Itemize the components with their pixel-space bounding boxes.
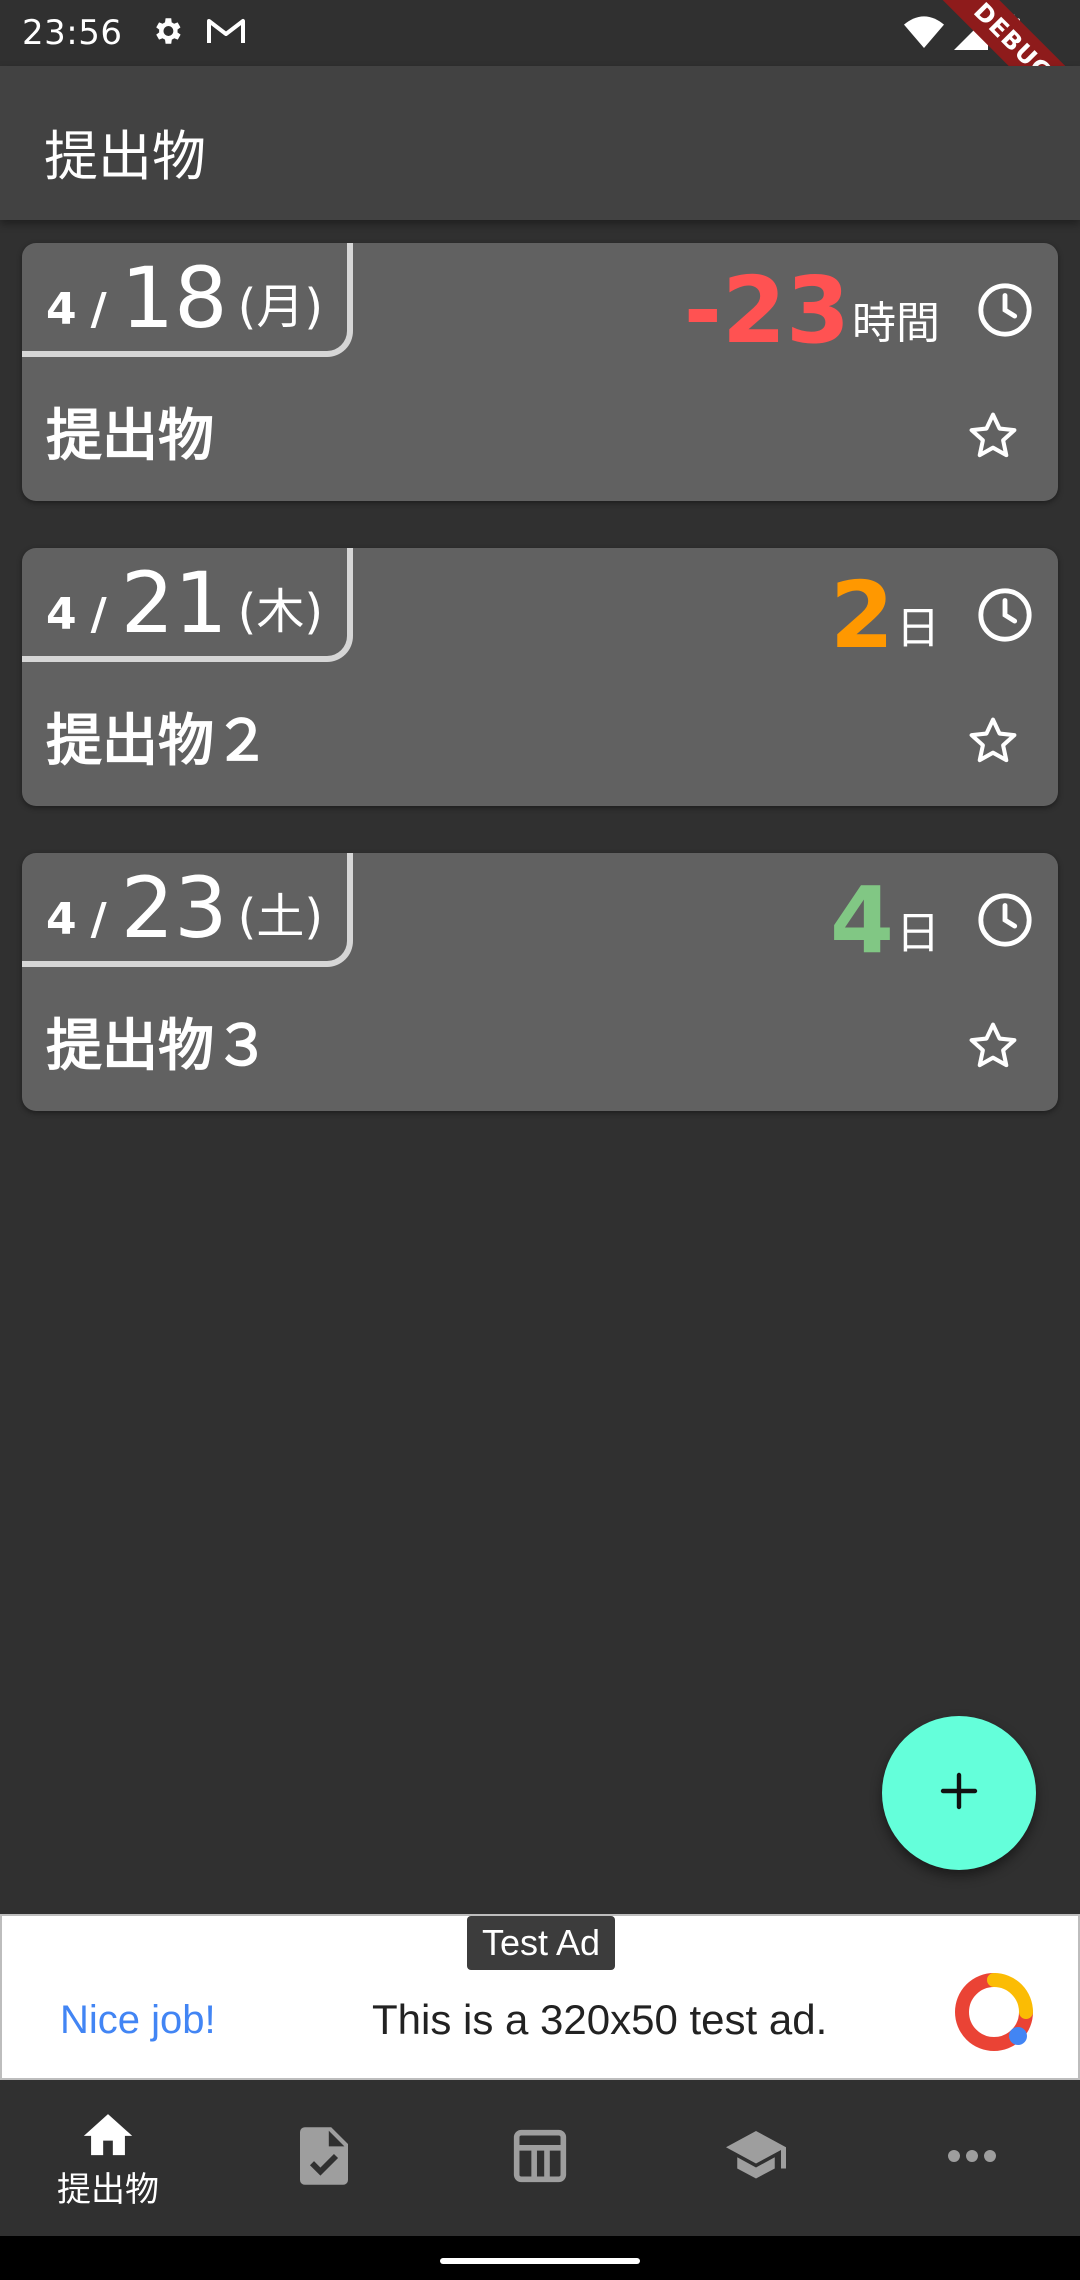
clock-icon[interactable] bbox=[976, 281, 1034, 339]
remaining-time: 4 日 bbox=[830, 871, 940, 971]
due-date-tab: 4 / 23 (土) bbox=[22, 853, 354, 967]
ad-logo-icon bbox=[952, 1970, 1036, 2054]
remaining-value: 4 bbox=[829, 867, 894, 974]
remaining-unit: 時間 bbox=[852, 298, 940, 349]
nav-item-more[interactable] bbox=[864, 2080, 1080, 2236]
gmail-icon bbox=[206, 16, 246, 50]
remaining-value: 2 bbox=[829, 562, 894, 669]
date-separator: / bbox=[90, 589, 107, 640]
due-date-tab: 4 / 21 (木) bbox=[22, 548, 354, 662]
page-title: 提出物 bbox=[44, 125, 206, 188]
due-day: 23 bbox=[120, 859, 228, 957]
ad-body-text: This is a 320x50 test ad. bbox=[372, 1996, 828, 2043]
star-icon[interactable] bbox=[966, 714, 1020, 768]
bottom-navigation: 提出物 bbox=[0, 2080, 1080, 2236]
remaining-time: -23 時間 bbox=[684, 261, 940, 361]
due-date-tab: 4 / 18 (月) bbox=[22, 243, 354, 357]
due-weekday: (土) bbox=[237, 889, 324, 945]
clock-icon[interactable] bbox=[976, 586, 1034, 644]
system-navigation-bar bbox=[0, 2236, 1080, 2280]
nav-item-classes[interactable] bbox=[648, 2080, 864, 2236]
assignment-title: 提出物３ bbox=[46, 1014, 270, 1079]
due-weekday: (木) bbox=[237, 584, 324, 640]
due-month: 4 bbox=[46, 284, 77, 335]
assignment-card[interactable]: 4 / 21 (木) 2 日 提出物２ bbox=[22, 548, 1058, 806]
status-bar: 23:56 DEBUG bbox=[0, 0, 1080, 138]
nav-label: 提出物 bbox=[57, 2169, 159, 2210]
ad-nice-text: Nice job! bbox=[60, 1998, 216, 2042]
remaining-value: -23 bbox=[683, 257, 850, 364]
date-separator: / bbox=[90, 894, 107, 945]
add-assignment-button[interactable] bbox=[882, 1716, 1036, 1870]
task-document-icon bbox=[300, 2127, 348, 2189]
star-icon[interactable] bbox=[966, 1019, 1020, 1073]
nav-item-assignments[interactable]: 提出物 bbox=[0, 2080, 216, 2236]
wifi-icon bbox=[904, 15, 944, 55]
due-day: 21 bbox=[120, 554, 228, 652]
status-time: 23:56 bbox=[22, 13, 123, 53]
due-weekday: (月) bbox=[237, 279, 324, 335]
star-icon[interactable] bbox=[966, 409, 1020, 463]
nav-item-tasks[interactable] bbox=[216, 2080, 432, 2236]
home-icon bbox=[79, 2106, 137, 2160]
home-gesture-handle[interactable] bbox=[440, 2258, 640, 2264]
school-icon bbox=[726, 2131, 786, 2185]
assignment-title: 提出物 bbox=[46, 404, 214, 469]
ad-label: Test Ad bbox=[467, 1916, 615, 1970]
assignment-card[interactable]: 4 / 23 (土) 4 日 提出物３ bbox=[22, 853, 1058, 1111]
more-horiz-icon bbox=[946, 2148, 998, 2168]
due-day: 18 bbox=[120, 249, 228, 347]
due-month: 4 bbox=[46, 589, 77, 640]
settings-icon bbox=[150, 14, 184, 52]
nav-item-timetable[interactable] bbox=[432, 2080, 648, 2236]
remaining-unit: 日 bbox=[896, 603, 940, 654]
status-notification-icons bbox=[150, 14, 246, 52]
date-separator: / bbox=[90, 284, 107, 335]
due-month: 4 bbox=[46, 894, 77, 945]
app-bar: 提出物 bbox=[0, 66, 1080, 220]
assignment-card[interactable]: 4 / 18 (月) -23 時間 提出物 bbox=[22, 243, 1058, 501]
remaining-time: 2 日 bbox=[830, 566, 940, 666]
clock-icon[interactable] bbox=[976, 891, 1034, 949]
plus-icon bbox=[935, 1767, 983, 1819]
timetable-icon bbox=[512, 2128, 568, 2188]
assignment-title: 提出物２ bbox=[46, 709, 270, 774]
remaining-unit: 日 bbox=[896, 908, 940, 959]
ad-banner[interactable]: Test Ad Nice job! This is a 320x50 test … bbox=[0, 1914, 1080, 2080]
